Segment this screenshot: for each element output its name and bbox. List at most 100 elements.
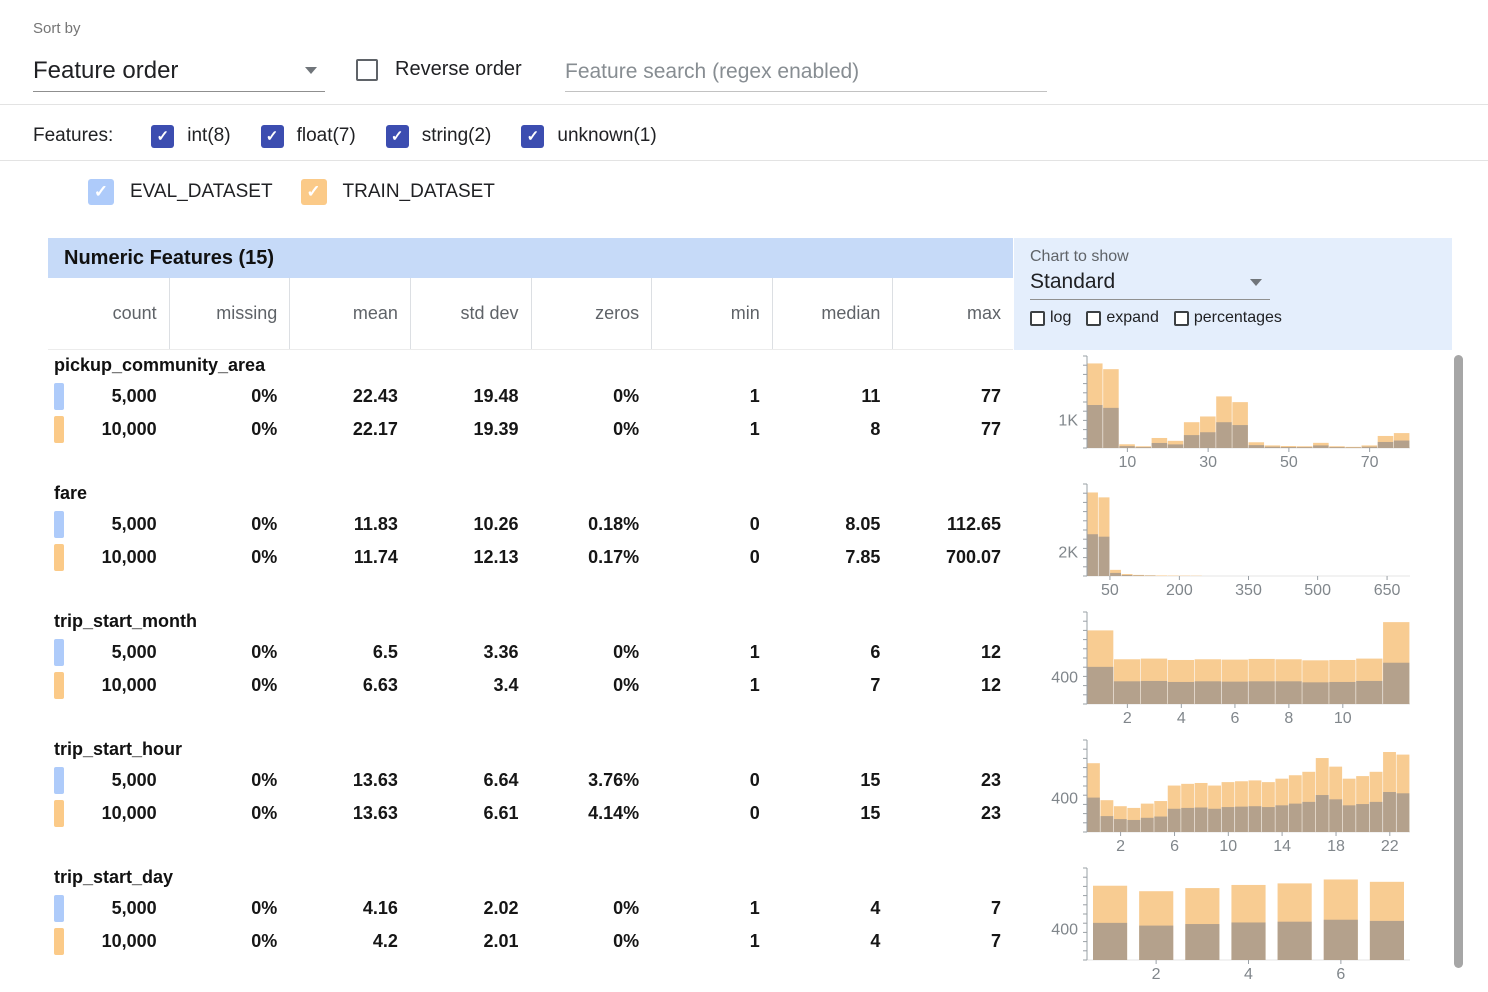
column-header-stddev: std dev xyxy=(410,278,531,349)
stat-cell: 0% xyxy=(169,931,290,952)
svg-text:2K: 2K xyxy=(1058,544,1078,561)
eval-stat-row: 5,000 0% 11.83 10.26 0.18% 0 8.05 112.65 xyxy=(48,508,1013,541)
stat-cell: 3.36 xyxy=(410,642,531,663)
stat-cell: 0% xyxy=(531,898,652,919)
column-header-min: min xyxy=(651,278,772,349)
dataset-item-eval: EVAL_DATASET xyxy=(88,179,273,205)
chart-type-value: Standard xyxy=(1030,270,1115,294)
svg-text:6: 6 xyxy=(1230,710,1239,727)
svg-text:400: 400 xyxy=(1051,791,1078,808)
svg-text:4: 4 xyxy=(1244,966,1253,983)
stat-cell: 10,000 xyxy=(48,931,169,952)
stat-cell: 0% xyxy=(531,675,652,696)
stat-cell: 0 xyxy=(651,770,772,791)
log-checkbox[interactable] xyxy=(1030,311,1045,326)
stat-cell: 0% xyxy=(169,642,290,663)
train-dataset-checkbox[interactable] xyxy=(301,179,327,205)
stat-cell: 23 xyxy=(892,770,1013,791)
eval-color-chip xyxy=(54,767,64,794)
vertical-scrollbar-thumb[interactable] xyxy=(1454,355,1463,968)
stat-cell: 11 xyxy=(772,386,893,407)
train-stat-row: 10,000 0% 22.17 19.39 0% 1 8 77 xyxy=(48,413,1013,446)
stat-cell: 0 xyxy=(651,547,772,568)
stat-cell: 2.02 xyxy=(410,898,531,919)
dataset-legend-bar: EVAL_DATASET TRAIN_DATASET xyxy=(88,170,495,214)
stat-cell: 3.76% xyxy=(531,770,652,791)
feature-name: fare xyxy=(48,478,1013,508)
stat-cell: 5,000 xyxy=(48,898,169,919)
feature-name: trip_start_month xyxy=(48,606,1013,636)
stat-cell: 6.61 xyxy=(410,803,531,824)
svg-text:650: 650 xyxy=(1374,582,1401,599)
feature-block: trip_start_day 5,000 0% 4.16 2.02 0% 1 4… xyxy=(48,862,1013,990)
sort-by-dropdown[interactable]: Feature order xyxy=(33,50,325,92)
stat-cell: 0 xyxy=(651,514,772,535)
train-color-chip xyxy=(54,800,64,827)
stat-cell: 5,000 xyxy=(48,514,169,535)
stat-cell: 4.16 xyxy=(289,898,410,919)
feature-name: pickup_community_area xyxy=(48,350,1013,380)
chart-type-dropdown[interactable]: Standard xyxy=(1030,270,1270,300)
eval-stat-row: 5,000 0% 22.43 19.48 0% 1 11 77 xyxy=(48,380,1013,413)
filter-checkbox-float[interactable] xyxy=(261,125,284,148)
feature-search-input[interactable] xyxy=(565,52,1047,92)
stat-cell: 1 xyxy=(651,931,772,952)
filter-checkbox-unknown[interactable] xyxy=(521,125,544,148)
column-header-zeros: zeros xyxy=(531,278,652,349)
column-header-count: count xyxy=(48,278,169,349)
stat-cell: 77 xyxy=(892,386,1013,407)
eval-dataset-label: EVAL_DATASET xyxy=(130,181,273,203)
filter-label-string: string(2) xyxy=(422,125,492,147)
svg-text:50: 50 xyxy=(1101,582,1119,599)
stat-cell: 15 xyxy=(772,803,893,824)
stat-cell: 112.65 xyxy=(892,514,1013,535)
stat-cell: 8.05 xyxy=(772,514,893,535)
stat-cell: 5,000 xyxy=(48,642,169,663)
stat-cell: 0% xyxy=(169,419,290,440)
feature-name: trip_start_hour xyxy=(48,734,1013,764)
svg-text:30: 30 xyxy=(1199,454,1217,471)
stat-cell: 13.63 xyxy=(289,803,410,824)
feature-histograms-list: 1K103050702K5020035050065040024681040026… xyxy=(1032,352,1452,992)
train-color-chip xyxy=(54,672,64,699)
eval-dataset-checkbox[interactable] xyxy=(88,179,114,205)
train-dataset-label: TRAIN_DATASET xyxy=(343,181,495,203)
svg-text:18: 18 xyxy=(1327,838,1345,855)
stat-cell: 0.17% xyxy=(531,547,652,568)
filter-label-int: int(8) xyxy=(187,125,230,147)
filter-checkbox-string[interactable] xyxy=(386,125,409,148)
stat-cell: 7 xyxy=(772,675,893,696)
stat-cell: 0% xyxy=(169,514,290,535)
svg-text:2: 2 xyxy=(1123,710,1132,727)
stat-cell: 22.43 xyxy=(289,386,410,407)
features-bar-label: Features: xyxy=(33,125,113,147)
eval-color-chip xyxy=(54,511,64,538)
sort-by-label: Sort by xyxy=(33,20,81,37)
expand-checkbox[interactable] xyxy=(1086,311,1101,326)
percentages-checkbox[interactable] xyxy=(1174,311,1189,326)
filter-checkbox-int[interactable] xyxy=(151,125,174,148)
stat-cell: 0% xyxy=(169,386,290,407)
stat-cell: 4 xyxy=(772,931,893,952)
stat-cell: 77 xyxy=(892,419,1013,440)
svg-text:400: 400 xyxy=(1051,669,1078,686)
stat-cell: 0% xyxy=(531,386,652,407)
stat-cell: 12.13 xyxy=(410,547,531,568)
svg-text:200: 200 xyxy=(1166,582,1193,599)
stat-cell: 8 xyxy=(772,419,893,440)
stat-cell: 0% xyxy=(531,931,652,952)
stat-cell: 6.64 xyxy=(410,770,531,791)
stats-column-header-row: count missing mean std dev zeros min med… xyxy=(48,278,1013,350)
stat-cell: 4.14% xyxy=(531,803,652,824)
stat-cell: 7 xyxy=(892,931,1013,952)
stat-cell: 0% xyxy=(169,898,290,919)
reverse-order-checkbox[interactable] xyxy=(356,59,378,81)
stat-cell: 0% xyxy=(169,547,290,568)
stat-cell: 1 xyxy=(651,898,772,919)
eval-color-chip xyxy=(54,383,64,410)
stat-cell: 3.4 xyxy=(410,675,531,696)
stat-cell: 4 xyxy=(772,898,893,919)
filter-label-unknown: unknown(1) xyxy=(557,125,656,147)
train-color-chip xyxy=(54,416,64,443)
feature-block: trip_start_hour 5,000 0% 13.63 6.64 3.76… xyxy=(48,734,1013,862)
